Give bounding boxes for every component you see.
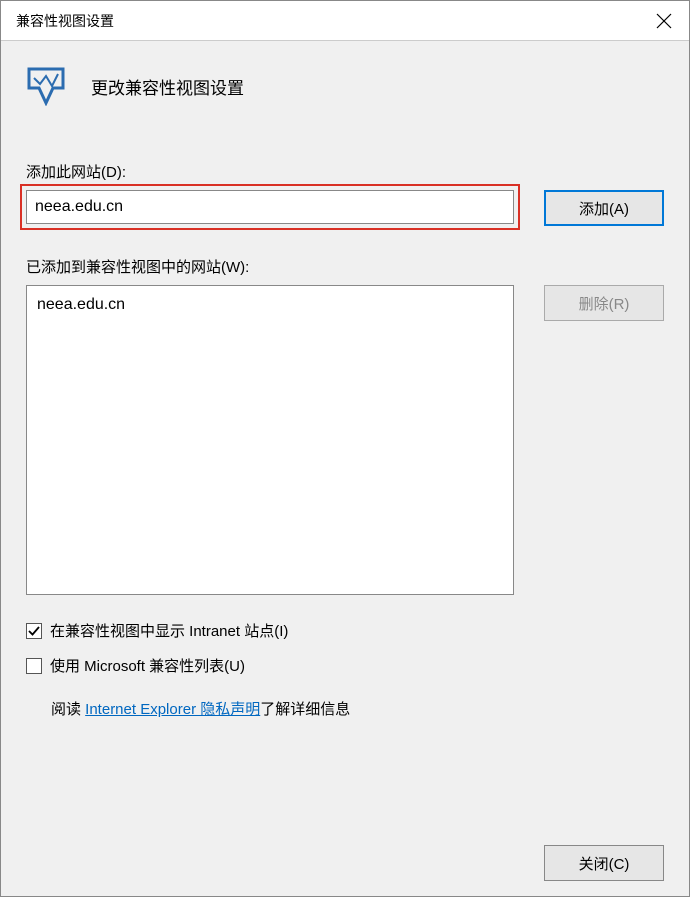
- add-site-input[interactable]: [26, 190, 514, 224]
- microsoft-list-checkbox-row: 使用 Microsoft 兼容性列表(U): [26, 655, 664, 676]
- compatibility-view-settings-dialog: 兼容性视图设置 更改兼容性视图设置 添加此网站(D): 添加(A) 已添加到兼容…: [0, 0, 690, 897]
- header-row: 更改兼容性视图设置: [26, 66, 664, 106]
- titlebar: 兼容性视图设置: [1, 1, 689, 41]
- microsoft-list-checkbox[interactable]: [26, 658, 42, 674]
- privacy-suffix: 了解详细信息: [260, 701, 350, 718]
- site-list-label: 已添加到兼容性视图中的网站(W):: [26, 256, 664, 277]
- compatibility-icon: [26, 66, 66, 106]
- add-site-row: 添加(A): [26, 190, 664, 226]
- add-button[interactable]: 添加(A): [544, 190, 664, 226]
- site-list-row: neea.edu.cn 删除(R): [26, 285, 664, 595]
- site-listbox[interactable]: neea.edu.cn: [26, 285, 514, 595]
- header-text: 更改兼容性视图设置: [91, 74, 244, 99]
- add-site-label: 添加此网站(D):: [26, 161, 664, 182]
- intranet-checkbox[interactable]: [26, 623, 42, 639]
- privacy-link[interactable]: Internet Explorer 隐私声明: [85, 701, 260, 718]
- dialog-title: 兼容性视图设置: [16, 11, 114, 31]
- close-button[interactable]: [639, 1, 689, 41]
- privacy-info: 阅读 Internet Explorer 隐私声明了解详细信息: [51, 698, 664, 719]
- intranet-checkbox-row: 在兼容性视图中显示 Intranet 站点(I): [26, 620, 664, 641]
- close-icon: [656, 13, 672, 29]
- add-site-input-wrap: [26, 190, 514, 224]
- dialog-footer: 关闭(C): [26, 815, 664, 881]
- list-item[interactable]: neea.edu.cn: [37, 294, 503, 316]
- intranet-checkbox-label: 在兼容性视图中显示 Intranet 站点(I): [50, 620, 288, 641]
- checkmark-icon: [28, 625, 40, 637]
- remove-button: 删除(R): [544, 285, 664, 321]
- privacy-prefix: 阅读: [51, 701, 85, 718]
- close-dialog-button[interactable]: 关闭(C): [544, 845, 664, 881]
- microsoft-list-checkbox-label: 使用 Microsoft 兼容性列表(U): [50, 655, 245, 676]
- dialog-content: 更改兼容性视图设置 添加此网站(D): 添加(A) 已添加到兼容性视图中的网站(…: [1, 41, 689, 896]
